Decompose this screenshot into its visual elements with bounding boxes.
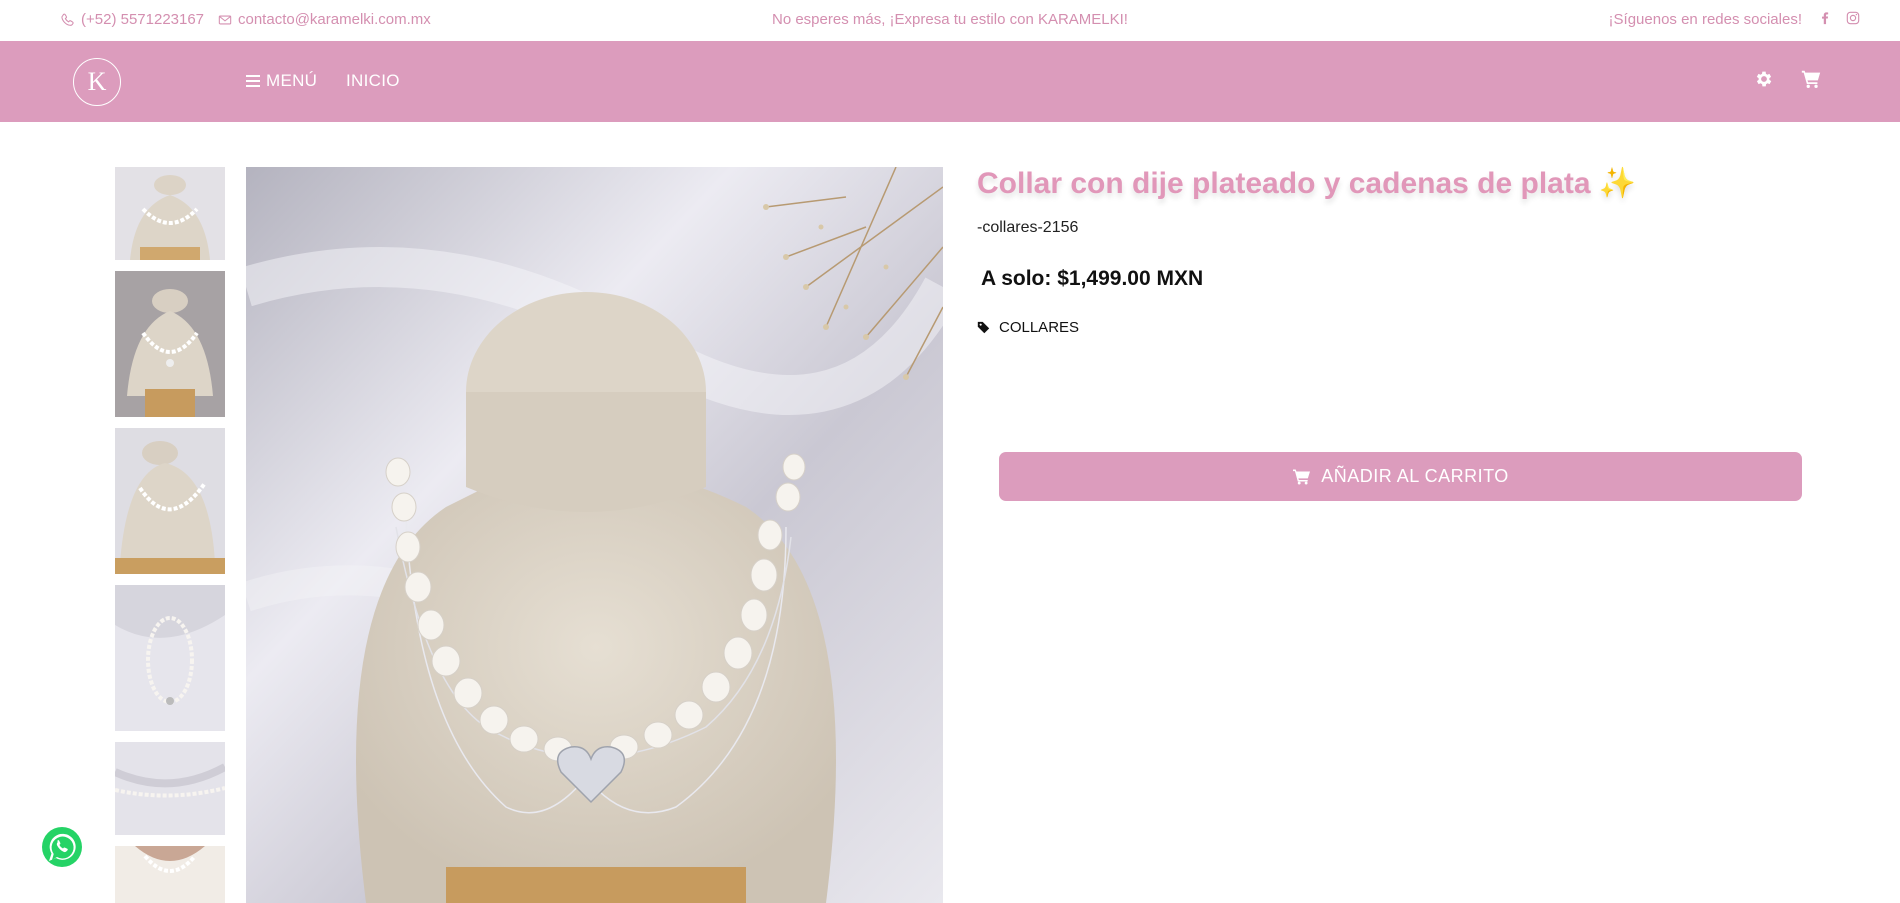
gear-icon[interactable] (1754, 69, 1774, 89)
product-sku: -collares-2156 (977, 219, 1079, 236)
cart-icon (1293, 469, 1311, 485)
product-thumbnail[interactable] (115, 585, 225, 731)
instagram-icon (1846, 11, 1860, 25)
nav-menu-button[interactable]: MENÚ (246, 71, 317, 91)
main-product-image[interactable] (246, 167, 943, 903)
thumbnail-image (115, 167, 225, 260)
product-thumbnail[interactable] (115, 742, 225, 835)
product-photo (246, 167, 943, 903)
product-category[interactable]: COLLARES (977, 319, 1079, 336)
product-thumbnail[interactable] (115, 428, 225, 574)
instagram-link[interactable] (1846, 11, 1860, 25)
logo-letter: K (87, 67, 107, 96)
thumbnail-image (115, 271, 225, 417)
thumbnail-image (115, 428, 225, 574)
cart-icon[interactable] (1800, 68, 1822, 90)
facebook-link[interactable] (1818, 11, 1832, 25)
facebook-icon (1822, 12, 1829, 25)
product-price: A solo: $1,499.00 MXN (981, 267, 1204, 290)
promo-text: No esperes más, ¡Expresa tu estilo con K… (772, 11, 1128, 28)
whatsapp-icon[interactable] (41, 826, 83, 868)
hamburger-icon (246, 75, 260, 87)
main-navbar: K MENÚ INICIO (0, 41, 1900, 122)
product-title: Collar con dije plateado y cadenas de pl… (977, 167, 1637, 200)
product-thumbnail[interactable] (115, 167, 225, 260)
nav-menu-label: MENÚ (266, 71, 318, 90)
top-bar: (+52) 5571223167 contacto@karamelki.com.… (0, 0, 1900, 41)
product-thumbnail[interactable] (115, 271, 225, 417)
add-to-cart-label: AÑADIR AL CARRITO (1321, 466, 1509, 486)
product-thumbnail[interactable] (115, 846, 225, 903)
thumbnail-image (115, 585, 225, 731)
thumbnail-image (115, 846, 225, 903)
nav-home-link[interactable]: INICIO (346, 71, 400, 91)
category-label: COLLARES (999, 319, 1080, 336)
thumbnail-image (115, 742, 225, 835)
site-logo[interactable]: K (73, 58, 121, 106)
add-to-cart-button[interactable]: AÑADIR AL CARRITO (999, 452, 1802, 501)
topbar-follow: ¡Síguenos en redes sociales! (1609, 11, 1802, 28)
tag-icon (977, 321, 990, 334)
follow-text: ¡Síguenos en redes sociales! (1608, 11, 1802, 28)
